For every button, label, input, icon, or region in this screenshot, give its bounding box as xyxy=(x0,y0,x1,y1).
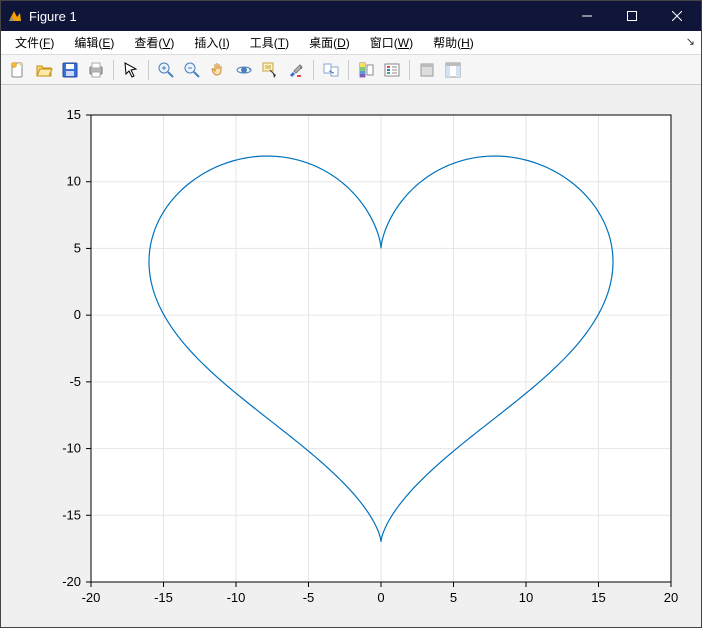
svg-text:-20: -20 xyxy=(82,590,101,605)
menu-tools[interactable]: 工具(T) xyxy=(240,32,299,53)
data-cursor-button[interactable] xyxy=(258,58,282,82)
svg-text:5: 5 xyxy=(74,240,81,255)
svg-text:-15: -15 xyxy=(62,507,81,522)
show-plot-tools-button[interactable] xyxy=(441,58,465,82)
axes[interactable]: -20 -15 -10 -5 0 5 10 15 20 -20 -15 -10 -5 0 5 10 15 xyxy=(1,85,701,627)
open-button[interactable] xyxy=(32,58,56,82)
svg-text:15: 15 xyxy=(591,590,605,605)
pan-button[interactable] xyxy=(206,58,230,82)
insert-legend-button[interactable] xyxy=(380,58,404,82)
toolbar-separator xyxy=(409,60,410,80)
svg-text:0: 0 xyxy=(74,307,81,322)
svg-text:-5: -5 xyxy=(303,590,315,605)
svg-text:10: 10 xyxy=(67,174,81,189)
svg-text:15: 15 xyxy=(67,107,81,122)
maximize-button[interactable] xyxy=(609,1,654,31)
toolbar-separator xyxy=(113,60,114,80)
svg-text:-10: -10 xyxy=(227,590,246,605)
figure-area: -20 -15 -10 -5 0 5 10 15 20 -20 -15 -10 -5 0 5 10 15 xyxy=(1,85,701,627)
link-data-button[interactable] xyxy=(319,58,343,82)
svg-text:20: 20 xyxy=(664,590,678,605)
close-button[interactable] xyxy=(654,1,699,31)
edit-plot-button[interactable] xyxy=(119,58,143,82)
svg-text:-15: -15 xyxy=(154,590,173,605)
svg-text:0: 0 xyxy=(377,590,384,605)
menu-help[interactable]: 帮助(H) xyxy=(423,32,484,53)
brush-button[interactable] xyxy=(284,58,308,82)
svg-text:-20: -20 xyxy=(62,574,81,589)
svg-text:5: 5 xyxy=(450,590,457,605)
dock-arrow-icon[interactable]: ↘ xyxy=(686,35,695,48)
rotate-3d-button[interactable] xyxy=(232,58,256,82)
menu-desktop[interactable]: 桌面(D) xyxy=(299,32,360,53)
titlebar: Figure 1 xyxy=(1,1,701,31)
matlab-figure-icon xyxy=(7,8,23,24)
toolbar-separator xyxy=(348,60,349,80)
toolbar-separator xyxy=(313,60,314,80)
window-title: Figure 1 xyxy=(29,9,77,24)
insert-colorbar-button[interactable] xyxy=(354,58,378,82)
toolbar-separator xyxy=(148,60,149,80)
menu-window[interactable]: 窗口(W) xyxy=(360,32,423,53)
minimize-button[interactable] xyxy=(564,1,609,31)
svg-text:-10: -10 xyxy=(62,441,81,456)
hide-plot-tools-button[interactable] xyxy=(415,58,439,82)
print-button[interactable] xyxy=(84,58,108,82)
menu-insert[interactable]: 插入(I) xyxy=(184,32,239,53)
save-button[interactable] xyxy=(58,58,82,82)
svg-text:10: 10 xyxy=(519,590,533,605)
menu-view[interactable]: 查看(V) xyxy=(124,32,184,53)
axes-container[interactable]: -20 -15 -10 -5 0 5 10 15 20 -20 -15 -10 -5 0 5 10 15 xyxy=(1,85,701,627)
menu-file[interactable]: 文件(F) xyxy=(5,32,64,53)
zoom-in-button[interactable] xyxy=(154,58,178,82)
toolbar xyxy=(1,55,701,85)
zoom-out-button[interactable] xyxy=(180,58,204,82)
menubar: 文件(F) 编辑(E) 查看(V) 插入(I) 工具(T) 桌面(D) 窗口(W… xyxy=(1,31,701,55)
svg-text:-5: -5 xyxy=(69,374,81,389)
menu-edit[interactable]: 编辑(E) xyxy=(64,32,124,53)
new-figure-button[interactable] xyxy=(6,58,30,82)
